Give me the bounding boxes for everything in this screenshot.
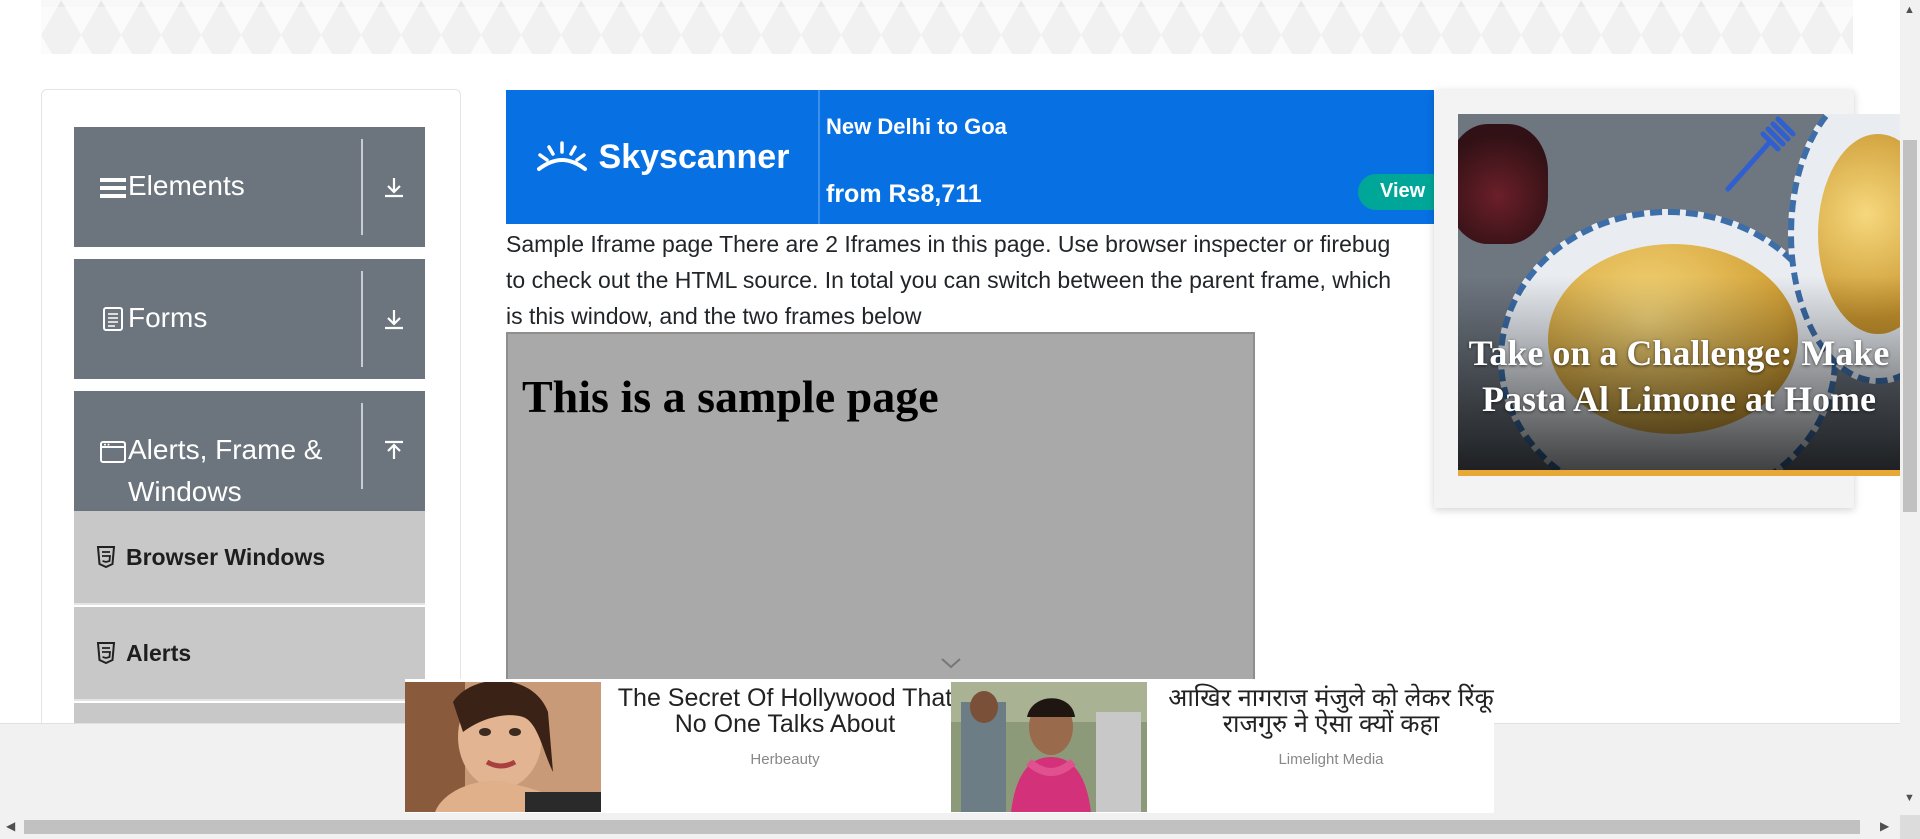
scroll-right-arrow-icon[interactable]: ▶ [1880,819,1889,833]
chevron-down-icon [941,658,961,669]
ad-headline: Take on a Challenge: Make Pasta Al Limon… [1468,333,1890,419]
accent-stripe [1458,470,1900,476]
window-icon [98,429,128,463]
header-banner [41,0,1853,54]
download-arrow-icon[interactable] [363,127,425,247]
scroll-up-arrow-icon[interactable]: ▲ [1904,4,1915,16]
ad-title: The Secret Of Hollywood That No One Talk… [617,684,953,738]
native-ad[interactable]: The Secret Of Hollywood That No One Talk… [405,679,952,813]
sunrise-icon [536,141,587,171]
html5-icon [96,546,116,568]
ad-route: New Delhi to Goa [826,114,1007,139]
pasta-ad[interactable]: Take on a Challenge: Make Pasta Al Limon… [1434,90,1900,508]
ad-source: Herbeauty [750,751,820,768]
ad-price: from Rs8,711 [826,180,982,208]
menu-icon [98,165,128,199]
ad-thumbnail [405,682,601,812]
sidebar-item-browser-windows[interactable]: Browser Windows [74,511,425,605]
upload-arrow-icon[interactable] [363,391,425,511]
sidebar-item-label: Browser Windows [126,543,326,570]
divider [818,90,820,224]
scroll-left-arrow-icon[interactable]: ◀ [6,819,15,833]
sidebar-group-forms[interactable]: Forms [74,259,425,379]
sidebar-group-label: Forms [128,302,208,333]
horizontal-scrollbar[interactable]: ◀ ▶ [0,815,1900,839]
sidebar-group-elements[interactable]: Elements [74,127,425,247]
page: Elements Forms Alerts, Frame & Windows B… [0,0,1920,839]
view-button[interactable]: View [1358,174,1434,210]
skyscanner-ad[interactable]: Skyscanner New Delhi to Goa from Rs8,711… [506,90,1434,224]
native-ad[interactable]: आखिर नागराज मंजुले को लेकर रिंकू राजगुरु… [951,679,1494,813]
frame-heading: This is a sample page [522,371,939,422]
sample-iframe[interactable]: This is a sample page [506,332,1255,684]
sidebar: Elements Forms Alerts, Frame & Windows B… [41,89,461,739]
ad-title: आखिर नागराज मंजुले को लेकर रिंकू राजगुरु… [1168,684,1494,738]
fork-icon [1725,116,1796,192]
vertical-scrollbar[interactable]: ▲ ▼ [1900,0,1920,815]
scroll-down-arrow-icon[interactable]: ▼ [1904,792,1915,804]
sidebar-group-alerts-frame-windows[interactable]: Alerts, Frame & Windows [74,391,425,511]
document-icon [98,297,128,331]
scrollbar-corner [1900,815,1920,839]
page-description: Sample Iframe page There are 2 Iframes i… [506,231,1392,329]
skyscanner-logo: Skyscanner [506,90,818,224]
sidebar-item-label: Alerts [126,639,192,666]
ad-source: Limelight Media [1278,751,1384,768]
sidebar-group-label: Alerts, Frame & Windows [128,434,323,507]
brand-name: Skyscanner [598,137,790,176]
ad-thumbnail [951,682,1147,812]
html5-icon [96,642,116,664]
scrollbar-thumb[interactable] [1903,140,1917,512]
download-arrow-icon[interactable] [363,259,425,379]
scrollbar-thumb[interactable] [24,820,1860,834]
sidebar-group-label: Elements [128,170,245,201]
sidebar-item-alerts[interactable]: Alerts [74,607,425,701]
